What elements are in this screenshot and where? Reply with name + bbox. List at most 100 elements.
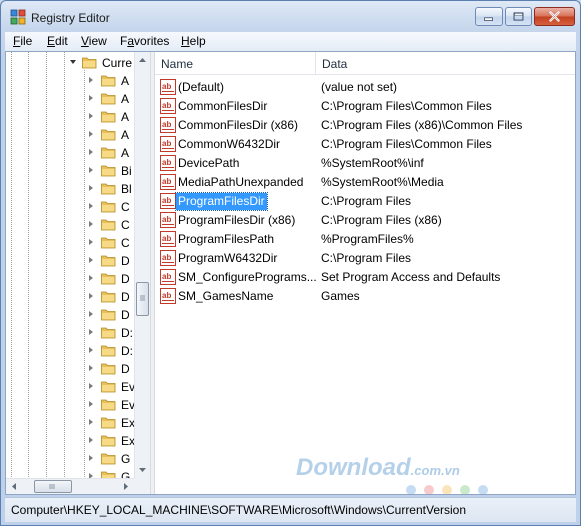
expand-arrow-icon[interactable] [89,365,93,371]
scroll-right-arrow-icon[interactable] [118,479,134,494]
expand-arrow-icon[interactable] [89,293,93,299]
registry-value-row[interactable]: ab CommonFilesDir (x86) C:\Program Files (… [155,116,575,135]
expand-arrow-icon[interactable] [89,275,93,281]
tree-item[interactable]: A [6,126,134,144]
tree-item[interactable]: A [6,144,134,162]
tree-item[interactable]: A [6,72,134,90]
registry-value-row[interactable]: ab DevicePath %SystemRoot%\inf [155,154,575,173]
expand-arrow-icon[interactable] [89,239,93,245]
collapse-arrow-icon[interactable] [70,60,76,64]
svg-text:ab: ab [162,253,171,262]
tree-item[interactable]: Bi [6,162,134,180]
expand-arrow-icon[interactable] [89,383,93,389]
value-name[interactable]: ProgramFilesDir (x86) [176,212,297,229]
expand-arrow-icon[interactable] [89,131,93,137]
expand-arrow-icon[interactable] [89,419,93,425]
tree-item[interactable]: Ex [6,414,135,432]
scroll-left-arrow-icon[interactable] [6,479,22,494]
tree-item[interactable]: Ex [6,432,135,450]
column-header-data[interactable]: Data [322,57,347,71]
folder-icon [101,272,116,285]
tree-item-currentversion[interactable]: Curre [6,54,134,72]
expand-arrow-icon[interactable] [89,185,93,191]
value-name[interactable]: MediaPathUnexpanded [176,174,305,191]
expand-arrow-icon[interactable] [89,113,93,119]
column-separator[interactable] [315,52,316,74]
expand-arrow-icon[interactable] [89,401,93,407]
expand-arrow-icon[interactable] [89,203,93,209]
tree-horizontal-scrollbar[interactable] [6,478,134,494]
tree-item[interactable]: C [6,198,134,216]
tree-item[interactable]: Bl [6,180,134,198]
value-name[interactable]: ProgramFilesPath [176,231,276,248]
tree-item[interactable]: D [6,306,134,324]
expand-arrow-icon[interactable] [89,257,93,263]
registry-value-row[interactable]: ab SM_GamesName Games [155,287,575,306]
tree-item[interactable]: C [6,216,134,234]
value-name[interactable]: CommonFilesDir [176,98,269,115]
registry-value-row[interactable]: ab MediaPathUnexpanded %SystemRoot%\Media [155,173,575,192]
value-name[interactable]: SM_ConfigurePrograms... [176,269,319,286]
tree-item-label: Ev [121,380,136,394]
value-name[interactable]: CommonFilesDir (x86) [176,117,300,134]
tree-item[interactable]: Ev [6,396,135,414]
tree-vertical-scrollbar[interactable] [134,52,150,478]
tree-horizontal-scroll-thumb[interactable] [34,480,72,493]
registry-value-row[interactable]: ab (Default) (value not set) [155,78,575,97]
maximize-button[interactable] [505,7,532,26]
tree-item[interactable]: C [6,234,134,252]
column-header-name[interactable]: Name [161,57,193,71]
registry-value-row[interactable]: ab ProgramFilesDir C:\Program Files [155,192,575,211]
scroll-up-arrow-icon[interactable] [135,52,150,68]
value-name[interactable]: DevicePath [176,155,241,172]
menu-help[interactable]: Help [179,34,208,48]
tree-item[interactable]: D [6,288,134,306]
registry-value-row[interactable]: ab ProgramW6432Dir C:\Program Files [155,249,575,268]
expand-arrow-icon[interactable] [89,221,93,227]
registry-value-row[interactable]: ab ProgramFilesDir (x86) C:\Program Files … [155,211,575,230]
expand-arrow-icon[interactable] [89,167,93,173]
close-button[interactable] [534,7,575,26]
registry-value-row[interactable]: ab ProgramFilesPath %ProgramFiles% [155,230,575,249]
registry-value-row[interactable]: ab CommonFilesDir C:\Program Files\Common … [155,97,575,116]
tree-item[interactable]: G [6,450,134,468]
expand-arrow-icon[interactable] [89,77,93,83]
expand-arrow-icon[interactable] [89,95,93,101]
tree-item[interactable]: Ev [6,378,136,396]
tree-item[interactable]: D: [6,324,134,342]
tree-item-label: G [121,452,131,466]
tree-item[interactable]: D [6,270,134,288]
tree-vertical-scroll-thumb[interactable] [136,282,149,316]
menu-edit[interactable]: Edit [45,34,70,48]
value-name[interactable]: (Default) [176,79,226,96]
string-value-icon: ab [160,193,176,209]
folder-icon [101,200,116,213]
menu-view[interactable]: View [79,34,109,48]
menu-file[interactable]: File [11,34,34,48]
tree-item[interactable]: A [6,108,134,126]
tree-item-label: D [121,272,130,286]
expand-arrow-icon[interactable] [89,329,93,335]
expand-arrow-icon[interactable] [89,437,93,443]
scroll-down-arrow-icon[interactable] [135,462,150,478]
tree-item[interactable]: D [6,360,134,378]
menu-favorites[interactable]: Favorites [118,34,171,48]
registry-value-row[interactable]: ab CommonW6432Dir C:\Program Files\Common … [155,135,575,154]
expand-arrow-icon[interactable] [89,347,93,353]
value-name[interactable]: ProgramW6432Dir [176,250,279,267]
values-list-pane[interactable]: Name Data ab (Default) (value not set) ab Co… [155,52,575,494]
expand-arrow-icon[interactable] [89,149,93,155]
tree-item[interactable]: D [6,252,134,270]
tree-item[interactable]: A [6,90,134,108]
value-name[interactable]: CommonW6432Dir [176,136,282,153]
key-tree-pane[interactable]: Curre A A A A A Bi Bl C C C D D D D D: D: D Ev Ev Ex Ex G G [6,52,150,494]
expand-arrow-icon[interactable] [89,455,93,461]
tree-item[interactable]: D: [6,342,134,360]
string-value-icon: ab [160,231,176,247]
registry-value-row[interactable]: ab SM_ConfigurePrograms... Set Program Acc… [155,268,575,287]
title-bar[interactable]: Registry Editor [1,1,580,31]
minimize-button[interactable] [475,7,503,26]
expand-arrow-icon[interactable] [89,311,93,317]
value-name[interactable]: SM_GamesName [176,288,275,305]
value-name[interactable]: ProgramFilesDir [175,192,268,211]
